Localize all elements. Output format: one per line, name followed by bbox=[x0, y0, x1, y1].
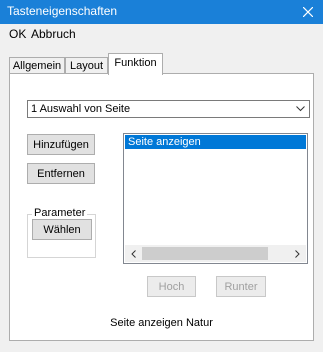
menu-cancel[interactable]: Abbruch bbox=[31, 27, 76, 41]
chevron-right-icon[interactable] bbox=[289, 245, 306, 262]
tab-allgemein[interactable]: Allgemein bbox=[9, 57, 65, 74]
chevron-down-icon[interactable] bbox=[292, 101, 309, 117]
scrollbar-thumb[interactable] bbox=[142, 247, 268, 260]
tab-layout[interactable]: Layout bbox=[65, 57, 108, 74]
add-button[interactable]: Hinzufügen bbox=[27, 134, 95, 155]
status-text: Seite anzeigen Natur bbox=[110, 317, 213, 329]
menu-bar: OK Abbruch bbox=[0, 24, 323, 44]
function-list[interactable]: Seite anzeigen bbox=[123, 133, 308, 264]
tab-funktion[interactable]: Funktion bbox=[108, 53, 163, 75]
function-select-value: 1 Auswahl von Seite bbox=[31, 103, 131, 115]
title-bar: Tasteneigenschaften bbox=[0, 0, 323, 24]
list-item[interactable]: Seite anzeigen bbox=[125, 135, 306, 149]
down-button[interactable]: Runter bbox=[216, 276, 266, 297]
menu-ok[interactable]: OK bbox=[9, 27, 26, 41]
up-button[interactable]: Hoch bbox=[147, 276, 196, 297]
horizontal-scrollbar[interactable] bbox=[125, 245, 306, 262]
chevron-left-icon[interactable] bbox=[125, 245, 142, 262]
remove-button[interactable]: Entfernen bbox=[27, 163, 95, 184]
window-title: Tasteneigenschaften bbox=[7, 4, 118, 18]
close-icon[interactable] bbox=[293, 0, 323, 24]
choose-button[interactable]: Wählen bbox=[32, 219, 92, 240]
parameter-group-legend: Parameter bbox=[32, 207, 88, 219]
function-select[interactable]: 1 Auswahl von Seite bbox=[27, 100, 310, 118]
